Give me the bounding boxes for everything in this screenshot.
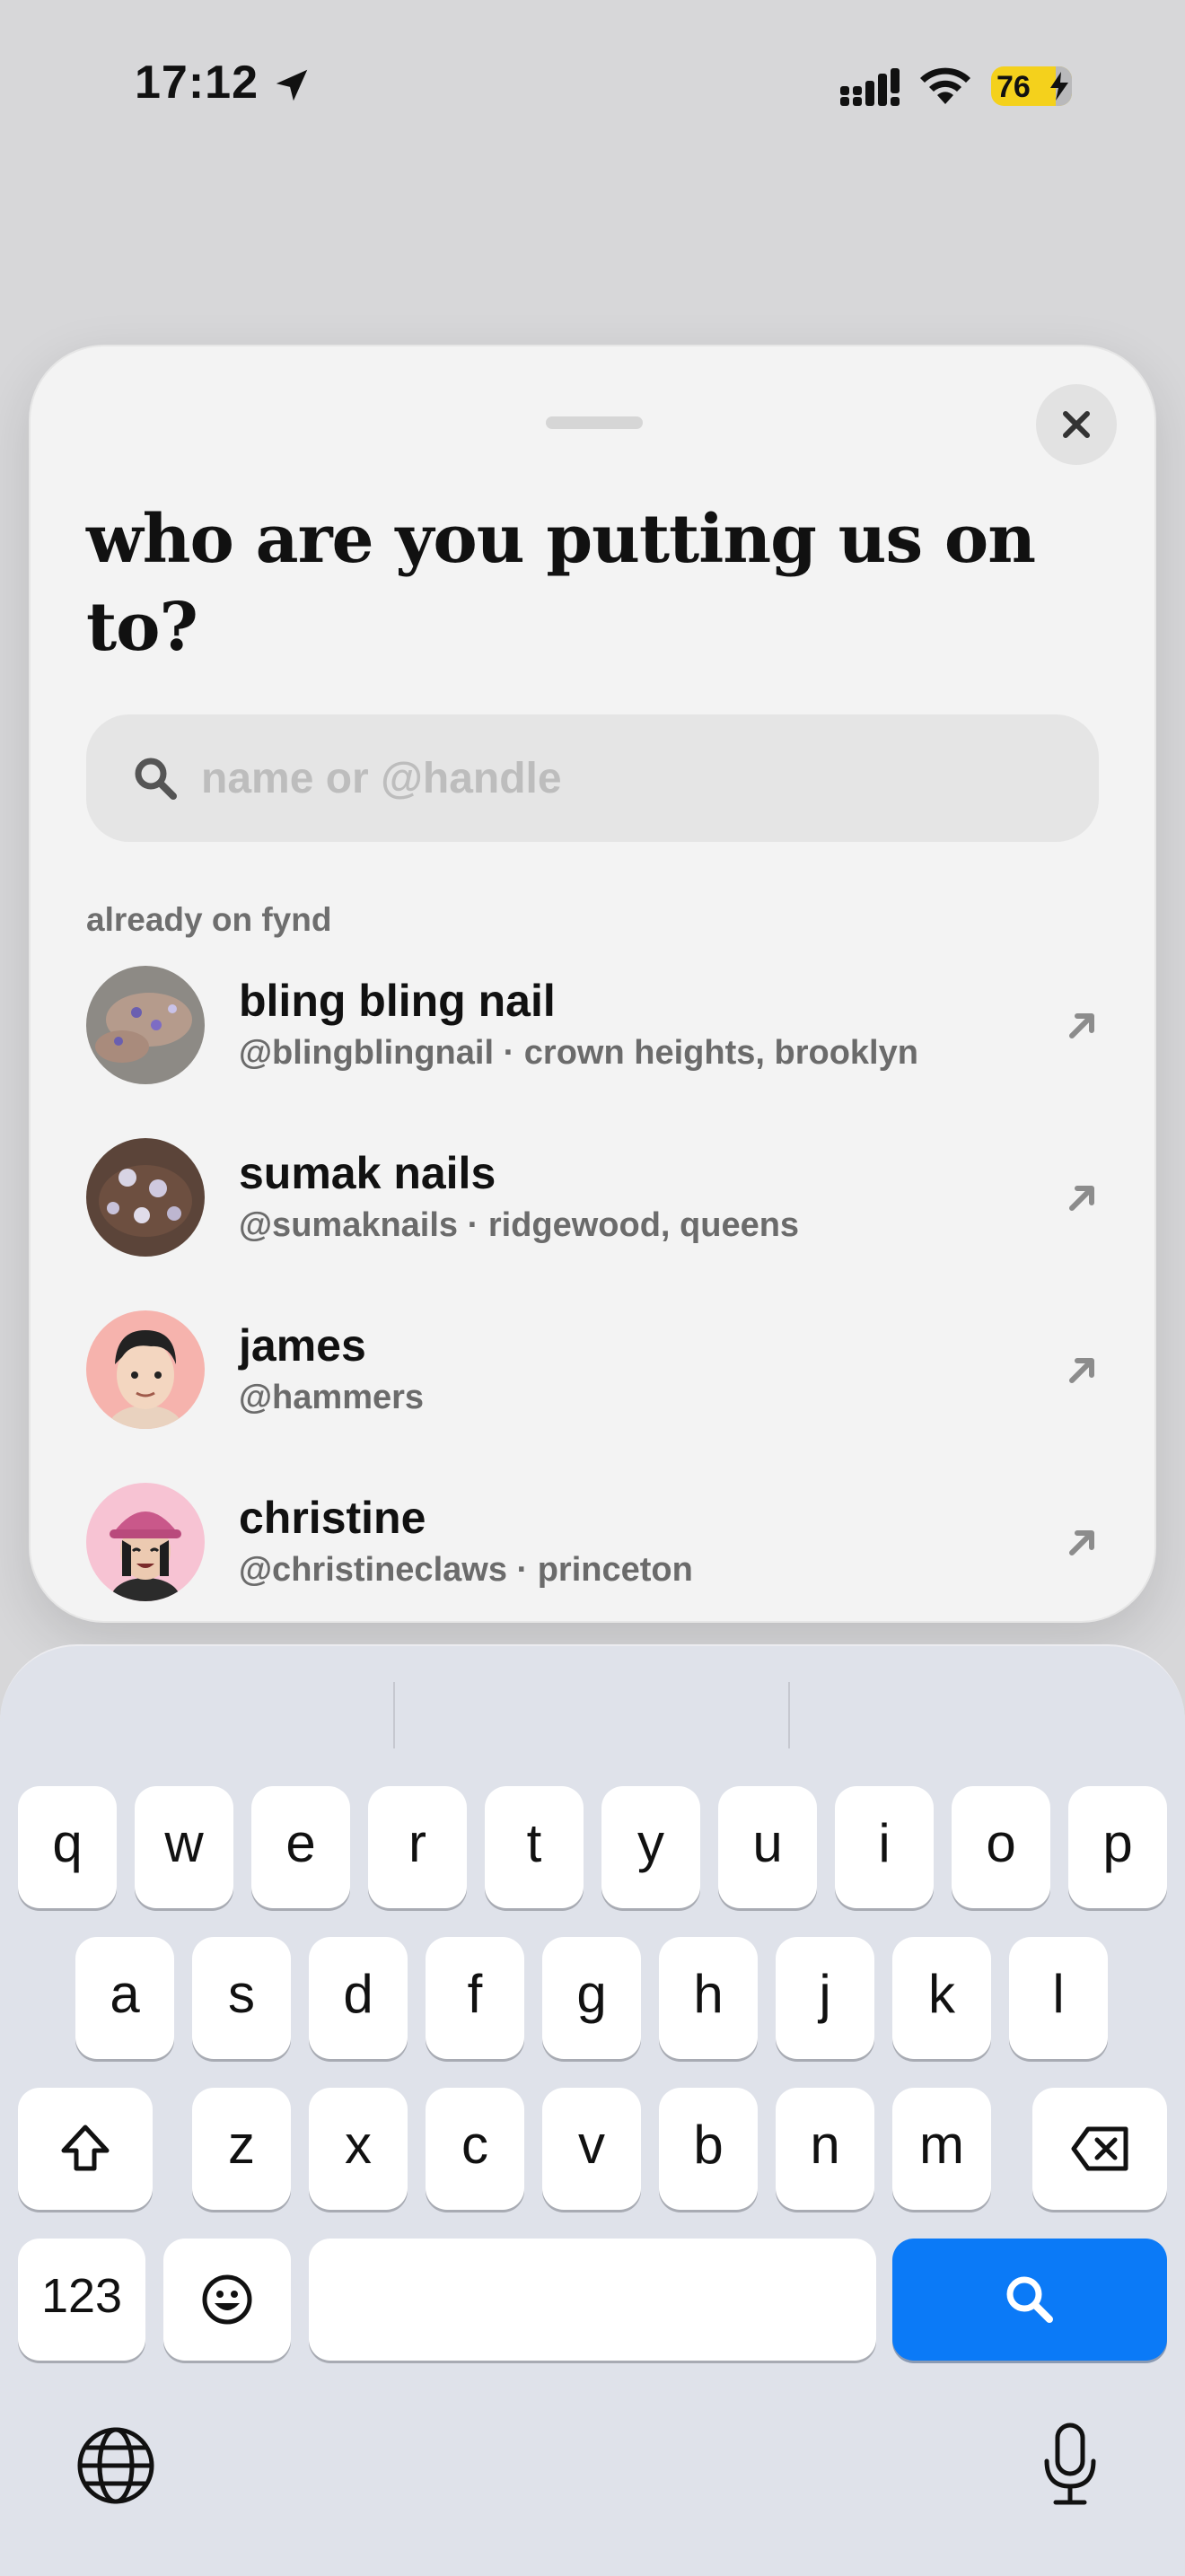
key-h[interactable]: h bbox=[659, 1937, 758, 2059]
key-w[interactable]: w bbox=[135, 1786, 233, 1908]
key-a[interactable]: a bbox=[75, 1937, 174, 2059]
key-x[interactable]: x bbox=[309, 2088, 408, 2210]
battery-indicator: 76 bbox=[991, 66, 1072, 106]
key-n[interactable]: n bbox=[776, 2088, 874, 2210]
person-handle: @hammers bbox=[239, 1379, 425, 1416]
key-p[interactable]: p bbox=[1068, 1786, 1167, 1908]
key-b[interactable]: b bbox=[659, 2088, 758, 2210]
location-arrow-icon bbox=[276, 69, 308, 101]
key-g[interactable]: g bbox=[542, 1937, 641, 2059]
key-z[interactable]: z bbox=[192, 2088, 291, 2210]
numbers-key[interactable]: 123 bbox=[18, 2239, 145, 2361]
arrow-up-right-icon bbox=[1069, 1013, 1094, 1038]
key-i[interactable]: i bbox=[835, 1786, 934, 1908]
person-name: bling bling nail bbox=[239, 976, 556, 1026]
key-c[interactable]: c bbox=[426, 2088, 524, 2210]
key-o[interactable]: o bbox=[952, 1786, 1050, 1908]
key-f[interactable]: f bbox=[426, 1937, 524, 2059]
person-name: james bbox=[239, 1320, 366, 1371]
person-handle: @blingblingnail · crown heights, brookly… bbox=[239, 1034, 918, 1072]
key-l[interactable]: l bbox=[1009, 1937, 1108, 2059]
avatar bbox=[86, 1483, 205, 1601]
delete-key[interactable] bbox=[1032, 2088, 1167, 2210]
add-person-sheet: who are you putting us on to? already on… bbox=[29, 345, 1156, 1623]
emoji-icon bbox=[202, 2274, 252, 2325]
person-row[interactable]: christine @christineclaws · princeton bbox=[31, 1483, 1154, 1621]
sheet-grabber[interactable] bbox=[546, 416, 643, 429]
person-handle: @christineclaws · princeton bbox=[239, 1551, 693, 1589]
person-row[interactable]: james @hammers bbox=[31, 1310, 1154, 1472]
search-bar[interactable] bbox=[86, 714, 1099, 842]
person-row[interactable]: bling bling nail @blingblingnail · crown… bbox=[31, 966, 1154, 1127]
key-j[interactable]: j bbox=[776, 1937, 874, 2059]
key-t[interactable]: t bbox=[485, 1786, 584, 1908]
close-icon bbox=[1063, 411, 1090, 438]
suggestion-divider bbox=[788, 1682, 790, 1748]
status-bar: 17:12 76 bbox=[0, 0, 1185, 171]
key-e[interactable]: e bbox=[251, 1786, 350, 1908]
search-key[interactable] bbox=[892, 2239, 1167, 2361]
key-d[interactable]: d bbox=[309, 1937, 408, 2059]
space-bar[interactable] bbox=[309, 2239, 876, 2361]
arrow-up-right-icon bbox=[1069, 1186, 1094, 1211]
search-icon bbox=[135, 758, 177, 800]
avatar bbox=[86, 1138, 205, 1257]
search-input[interactable] bbox=[199, 741, 1065, 815]
person-name: sumak nails bbox=[239, 1148, 496, 1198]
person-row[interactable]: sumak nails @sumaknails · ridgewood, que… bbox=[31, 1138, 1154, 1300]
arrow-up-right-icon bbox=[1069, 1358, 1094, 1383]
keyboard: q w e r t y u i o p a s d f g h j k l z … bbox=[0, 1644, 1185, 2576]
key-s[interactable]: s bbox=[192, 1937, 291, 2059]
avatar bbox=[86, 1310, 205, 1429]
key-v[interactable]: v bbox=[542, 2088, 641, 2210]
cellular-signal-icon bbox=[840, 68, 900, 106]
person-handle: @sumaknails · ridgewood, queens bbox=[239, 1206, 800, 1244]
suggestion-divider bbox=[393, 1682, 395, 1748]
search-icon bbox=[1006, 2276, 1053, 2323]
avatar bbox=[86, 966, 205, 1084]
status-time: 17:12 bbox=[135, 57, 259, 109]
section-label: already on fynd bbox=[86, 901, 332, 938]
sheet-title: who are you putting us on to? bbox=[86, 501, 1036, 666]
key-y[interactable]: y bbox=[601, 1786, 700, 1908]
person-name: christine bbox=[239, 1493, 426, 1543]
charging-bolt-icon bbox=[1050, 72, 1068, 101]
key-m[interactable]: m bbox=[892, 2088, 991, 2210]
key-q[interactable]: q bbox=[18, 1786, 117, 1908]
emoji-key[interactable] bbox=[163, 2239, 291, 2361]
globe-icon[interactable] bbox=[75, 2425, 156, 2506]
key-r[interactable]: r bbox=[368, 1786, 467, 1908]
backspace-icon bbox=[1071, 2126, 1128, 2171]
close-button[interactable] bbox=[1036, 384, 1117, 465]
battery-level: 76 bbox=[996, 70, 1031, 104]
shift-key[interactable] bbox=[18, 2088, 153, 2210]
wifi-icon bbox=[920, 67, 970, 104]
microphone-icon[interactable] bbox=[1041, 2422, 1099, 2508]
key-u[interactable]: u bbox=[718, 1786, 817, 1908]
key-k[interactable]: k bbox=[892, 1937, 991, 2059]
arrow-up-right-icon bbox=[1069, 1530, 1094, 1555]
shift-icon bbox=[61, 2125, 110, 2171]
